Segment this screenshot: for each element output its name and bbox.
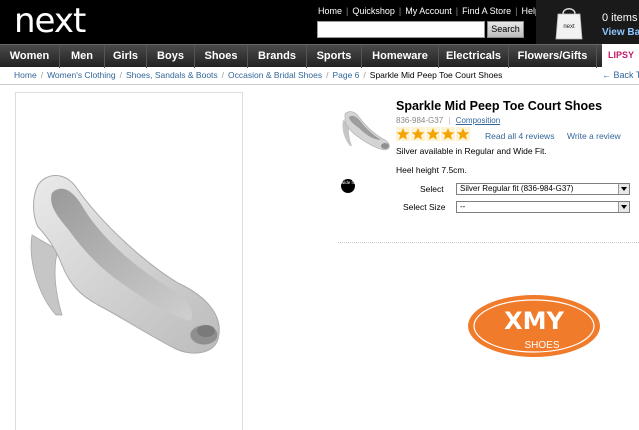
breadcrumb-page-6[interactable]: Page 6: [332, 70, 359, 80]
chevron-down-icon[interactable]: [618, 202, 629, 212]
product-code-line: 836-984-G37 | Composition: [396, 116, 501, 125]
select-size-label: Select Size: [403, 202, 446, 212]
fit-select[interactable]: Silver Regular fit (836-984-G37): [456, 183, 630, 195]
bag-count: 0 items -: [602, 12, 639, 24]
nav-shoes[interactable]: Shoes: [195, 45, 248, 68]
my-account-link[interactable]: My Account: [405, 6, 452, 16]
breadcrumb-current: Sparkle Mid Peep Toe Court Shoes: [369, 70, 503, 80]
back-label: Back T: [613, 70, 639, 80]
fit-select-value: Silver Regular fit (836-984-G37): [460, 184, 574, 193]
rating-stars: [396, 127, 471, 142]
write-review-link[interactable]: Write a review: [567, 131, 621, 141]
star-icon: [456, 127, 470, 141]
star-icon: [441, 127, 455, 141]
next-logo[interactable]: next: [14, 1, 86, 41]
read-reviews-link[interactable]: Read all 4 reviews: [485, 131, 554, 141]
nav-women[interactable]: Women: [0, 45, 60, 68]
nav-homeware[interactable]: Homeware: [362, 45, 439, 68]
product-title: Sparkle Mid Peep Toe Court Shoes: [396, 99, 603, 113]
lipsy-link[interactable]: LIPSY: [602, 44, 639, 67]
top-links: Home | Quickshop | My Account | Find A Store | H…: [318, 6, 540, 16]
xmy-shoes-logo: XMY SHOES: [468, 295, 600, 357]
nav-boys[interactable]: Boys: [147, 45, 195, 68]
product-code: 836-984-G37: [396, 116, 444, 125]
composition-link[interactable]: Composition: [456, 116, 500, 125]
breadcrumb-womens-clothing[interactable]: Women's Clothing: [47, 70, 116, 80]
breadcrumb-occasion-bridal[interactable]: Occasion & Bridal Shoes: [228, 70, 322, 80]
nav-men[interactable]: Men: [60, 45, 105, 68]
breadcrumb-shoes-sandals-boots[interactable]: Shoes, Sandals & Boots: [126, 70, 218, 80]
back-link[interactable]: ← Back T: [602, 70, 639, 80]
star-icon: [396, 127, 410, 141]
lipsy-label: LIPSY: [608, 50, 635, 60]
find-a-store-link[interactable]: Find A Store: [462, 6, 511, 16]
size-select[interactable]: --: [456, 201, 630, 213]
availability-text: Silver available in Regular and Wide Fit…: [396, 146, 547, 156]
bag-label: next: [563, 24, 575, 30]
wide-fit-badge: wide fit: [341, 179, 355, 193]
main-nav: Women Men Girls Boys Shoes Brands Sports…: [0, 44, 639, 68]
divider: [338, 242, 639, 243]
size-select-value: --: [460, 202, 466, 211]
chevron-down-icon[interactable]: [618, 184, 629, 194]
nav-brands[interactable]: Brands: [248, 45, 307, 68]
divider: [0, 84, 639, 85]
star-icon: [426, 127, 440, 141]
nav-sports[interactable]: Sports: [307, 45, 362, 68]
home-link[interactable]: Home: [318, 6, 342, 16]
search-button[interactable]: Search: [487, 21, 524, 38]
nav-girls[interactable]: Girls: [105, 45, 147, 68]
product-main-image[interactable]: [18, 165, 248, 365]
search-input[interactable]: [317, 21, 485, 38]
heel-height-text: Heel height 7.5cm.: [396, 165, 467, 175]
product-thumbnail[interactable]: [337, 108, 392, 153]
breadcrumb-home[interactable]: Home: [14, 70, 37, 80]
nav-flowers-gifts[interactable]: Flowers/Gifts: [509, 45, 597, 68]
view-bag-link[interactable]: View Bag: [602, 27, 639, 38]
xmy-logo-text: XMY: [504, 307, 564, 335]
select-label: Select: [420, 184, 444, 194]
xmy-logo-subtext: SHOES: [524, 340, 559, 351]
breadcrumb: Home / Women's Clothing / Shoes, Sandals & B…: [14, 70, 503, 80]
nav-electricals[interactable]: Electricals: [439, 45, 509, 68]
star-icon: [411, 127, 425, 141]
shopping-bag-icon[interactable]: next: [555, 4, 583, 40]
page: next Home | Quickshop | My Account | Find A St…: [0, 0, 639, 430]
quickshop-link[interactable]: Quickshop: [352, 6, 395, 16]
